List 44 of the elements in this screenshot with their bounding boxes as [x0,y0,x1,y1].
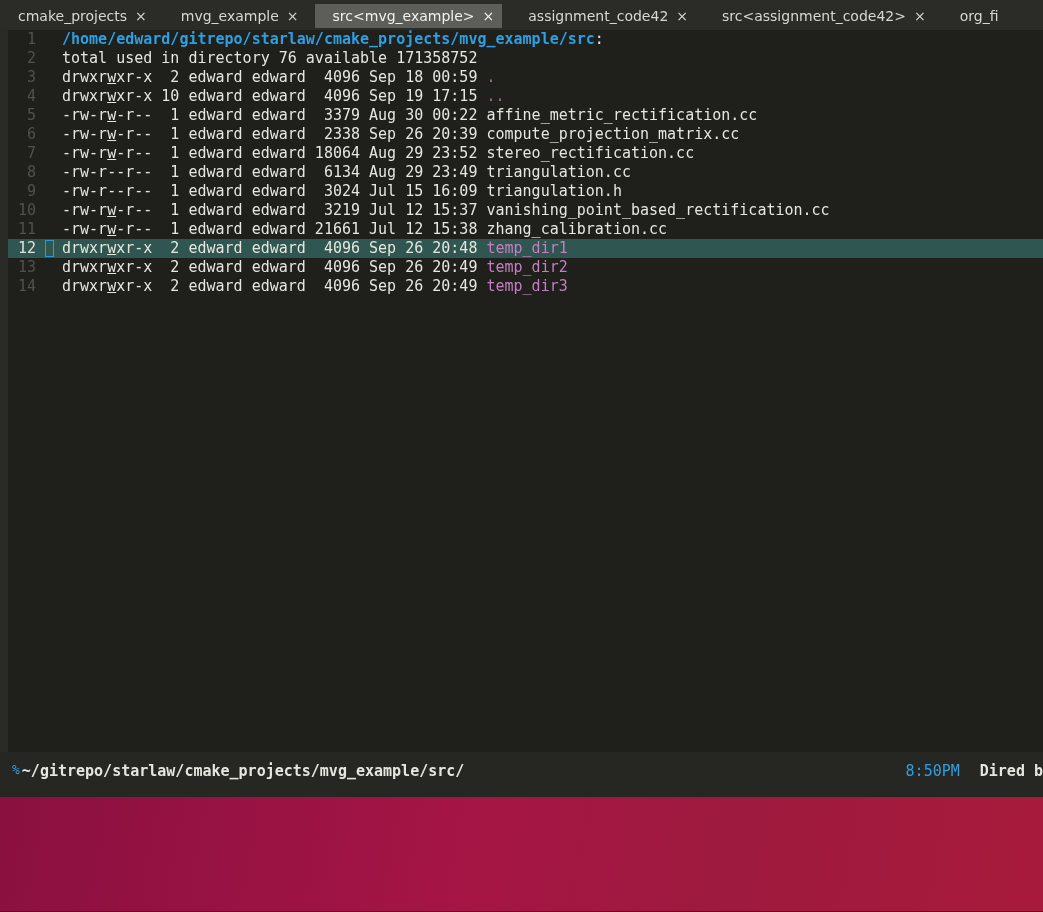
file-name[interactable]: compute_projection_matrix.cc [486,125,740,144]
file-attributes: -rw-rw-r-- 1 edward edward 18064 Aug 29 23:52 [62,144,478,163]
line-number: 12 [16,239,36,258]
close-icon[interactable]: × [135,8,147,24]
file-name[interactable]: temp_dir2 [486,258,568,277]
tab[interactable]: assignment_code42 × [510,4,697,28]
file-attributes: drwxrwxr-x 2 edward edward 4096 Sep 26 20:48 [62,239,478,258]
tab[interactable]: src<assignment_code42> × [704,4,934,28]
file-attributes: -rw-rw-r-- 1 edward edward 3219 Jul 12 15:37 [62,201,478,220]
file-name[interactable]: triangulation.cc [486,163,631,182]
close-icon[interactable]: × [286,8,299,24]
tab[interactable]: cmake_projects × [0,4,155,28]
file-attributes: -rw-rw-r-- 1 edward edward 3379 Aug 30 00:22 [62,106,478,125]
cursor [44,240,54,257]
file-attributes: -rw-rw-r-- 1 edward edward 21661 Jul 12 15:38 [62,220,478,239]
tab[interactable]: src<mvg_example> × [314,4,503,28]
file-name[interactable]: triangulation.h [486,182,622,201]
file-name[interactable]: affine_metric_rectification.cc [486,106,758,125]
file-attributes: -rw-r--r-- 1 edward edward 3024 Jul 15 16:09 [62,182,478,201]
file-name[interactable]: vanishing_point_based_rectification.cc [486,201,830,220]
file-attributes: drwxrwxr-x 10 edward edward 4096 Sep 19 17:15 [62,87,478,106]
file-name[interactable]: . [486,68,496,87]
close-icon[interactable]: × [482,8,495,24]
tab[interactable]: org_fi [941,4,1007,28]
file-attributes: drwxrwxr-x 2 edward edward 4096 Sep 18 00:59 [62,68,478,87]
summary-text: total used in directory 76 available 171358752 [62,49,478,68]
file-name[interactable]: stereo_rectification.cc [486,144,695,163]
file-name[interactable]: zhang_calibration.cc [486,220,668,239]
modified-indicator: % [12,761,20,779]
file-name[interactable]: temp_dir3 [486,277,568,296]
file-attributes: -rw-rw-r-- 1 edward edward 2338 Sep 26 20:39 [62,125,478,144]
file-attributes: drwxrwxr-x 2 edward edward 4096 Sep 26 20:49 [62,277,478,296]
file-attributes: drwxrwxr-x 2 edward edward 4096 Sep 26 20:49 [62,258,478,277]
buffer-path: ~/gitrepo/starlaw/cmake_projects/mvg_example/src/ [21,761,465,782]
file-attributes: -rw-r--r-- 1 edward edward 6134 Aug 29 23:49 [62,163,478,182]
colon-text: : [594,30,604,49]
major-mode: Dired b [979,761,1043,782]
file-name[interactable]: .. [486,87,505,106]
close-icon[interactable]: × [913,8,926,24]
close-icon[interactable]: × [676,8,689,24]
clock-time: 8:50PM [905,761,960,782]
tab[interactable]: mvg_example × [162,4,307,28]
directory-path: /home/edward/gitrepo/starlaw/cmake_projects/mvg_example/src [62,30,595,49]
listing-row[interactable]: 12 drwxrwxr-x 2 edward edward 4096 Sep 26 20:48 temp_dir1 [8,239,1043,258]
